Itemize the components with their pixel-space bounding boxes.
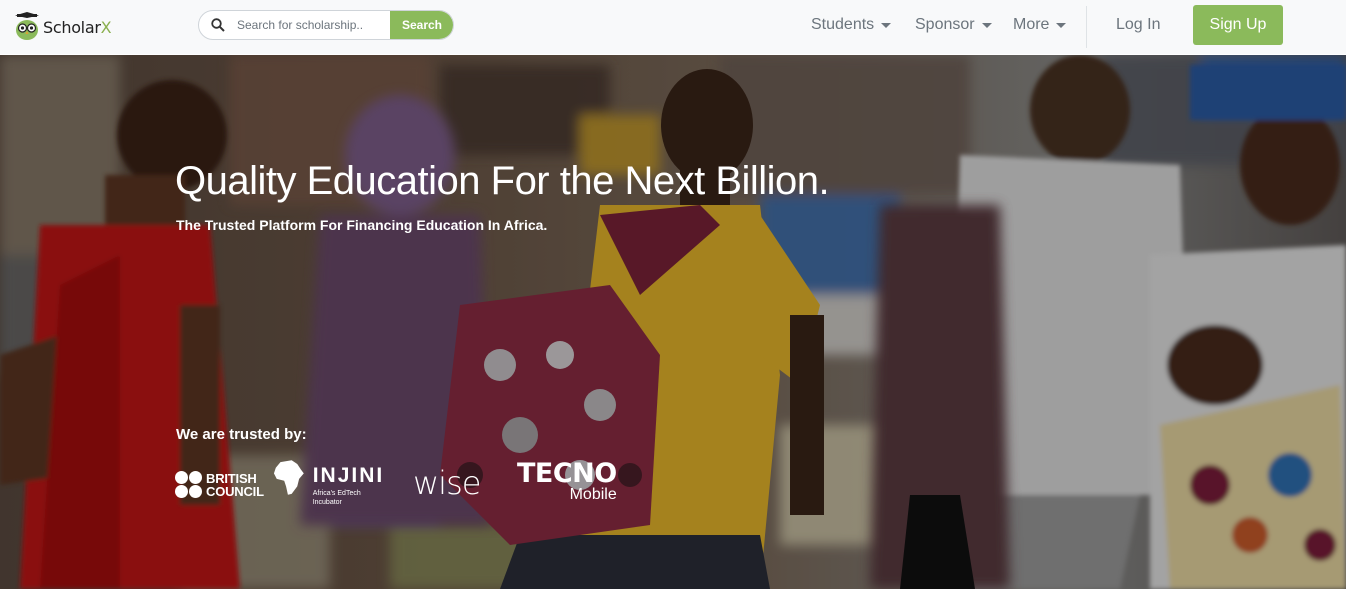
tecno-name: TECNO (517, 458, 617, 489)
british-council-text: BRITISH COUNCIL (206, 470, 264, 499)
page-bottom-edge (0, 589, 1346, 594)
nav-sponsor-label: Sponsor (915, 16, 975, 33)
nav-more-dropdown[interactable]: More (1013, 16, 1067, 34)
search-bar: Search (198, 10, 454, 40)
africa-map-icon (273, 460, 304, 495)
chevron-down-icon (981, 23, 992, 28)
british-council-dots-icon (175, 471, 202, 498)
logo-owl-icon (15, 12, 39, 40)
hero-banner: Quality Education For the Next Billion. … (0, 55, 1346, 589)
nav-students-dropdown[interactable]: Students (811, 16, 892, 34)
hero-overlay (0, 55, 1346, 589)
nav-more-label: More (1013, 16, 1050, 33)
hero-subtitle: The Trusted Platform For Financing Educa… (176, 217, 548, 233)
wise-logo: wise (413, 464, 481, 502)
injini-name: INJINI (312, 464, 385, 487)
injini-logo: INJINI Africa's EdTech Incubator (273, 460, 387, 507)
brand-name: ScholarX (43, 17, 112, 37)
tecno-logo: TECNO Mobile (517, 458, 617, 503)
search-input[interactable] (237, 18, 387, 32)
brand-logo[interactable]: ScholarX (14, 10, 112, 44)
search-button[interactable]: Search (390, 11, 453, 39)
signup-button[interactable]: Sign Up (1193, 5, 1283, 45)
nav-students-label: Students (811, 16, 875, 33)
tecno-sub: Mobile (569, 486, 617, 503)
nav-sponsor-dropdown[interactable]: Sponsor (915, 16, 992, 34)
login-link[interactable]: Log In (1116, 16, 1160, 34)
hero-title: Quality Education For the Next Billion. (175, 159, 830, 203)
search-icon (199, 18, 237, 32)
top-navbar: ScholarX Search Students Sponsor More Lo… (0, 0, 1346, 54)
british-council-logo: BRITISH COUNCIL (175, 471, 264, 498)
nav-divider (1086, 6, 1087, 48)
chevron-down-icon (881, 23, 892, 28)
chevron-down-icon (1056, 23, 1067, 28)
trusted-by-label: We are trusted by: (176, 426, 307, 443)
injini-tagline: Africa's EdTech Incubator (312, 490, 361, 506)
